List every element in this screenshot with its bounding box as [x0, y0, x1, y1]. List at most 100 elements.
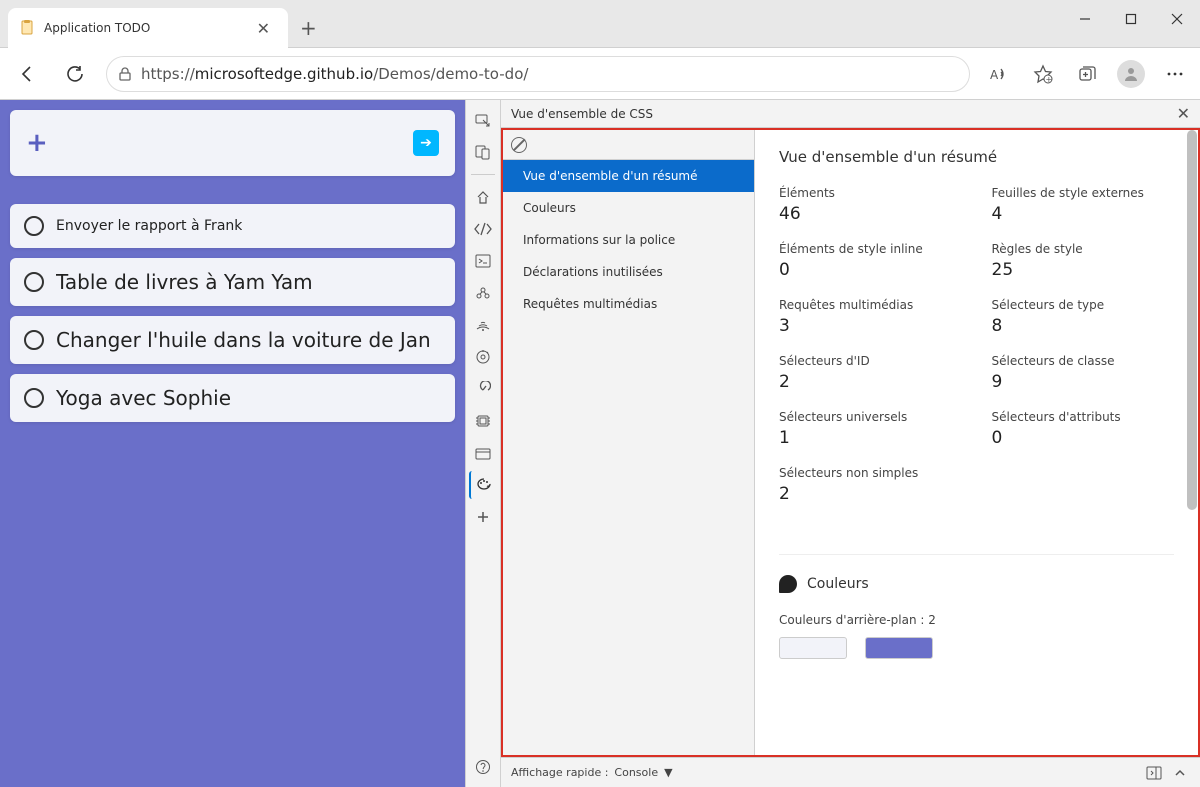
sidebar-toolbar [503, 130, 754, 160]
css-overview-nav-item[interactable]: Vue d'ensemble d'un résumé [503, 160, 754, 192]
new-todo-input[interactable]: + ➔ [10, 110, 455, 176]
stat-cell: Sélecteurs d'ID2 [779, 354, 962, 392]
back-button[interactable] [10, 57, 44, 91]
content-title: Vue d'ensemble d'un résumé [779, 148, 1174, 166]
todo-radio[interactable] [24, 216, 44, 236]
drawer-chevron-icon[interactable]: ▼ [664, 766, 672, 779]
tab-close-button[interactable]: ✕ [251, 17, 276, 40]
sources-tool[interactable] [469, 279, 497, 307]
css-overview-nav-item[interactable]: Déclarations inutilisées [503, 256, 754, 288]
application-tool[interactable] [469, 407, 497, 435]
expand-drawer-button[interactable] [1170, 763, 1190, 783]
elements-tool[interactable] [469, 215, 497, 243]
devtools-toolbar [465, 100, 501, 787]
todo-item[interactable]: Changer l'huile dans la voiture de Jan [10, 316, 455, 364]
security-tool[interactable] [469, 439, 497, 467]
drawer-label: Affichage rapide : [511, 766, 608, 779]
stat-cell: Sélecteurs universels1 [779, 410, 962, 448]
url-text: https://microsoftedge.github.io/Demos/de… [141, 65, 959, 83]
todo-item[interactable]: Envoyer le rapport à Frank [10, 204, 455, 248]
stat-cell: Sélecteurs d'attributs 0 [992, 410, 1175, 448]
css-overview-nav-item[interactable]: Couleurs [503, 192, 754, 224]
stat-label: Sélecteurs d'attributs [992, 410, 1175, 424]
scrollbar-thumb[interactable] [1187, 130, 1197, 510]
stat-cell: Sélecteurs de type8 [992, 298, 1175, 336]
stat-value: 9 [992, 372, 1175, 392]
todo-text: Changer l'huile dans la voiture de Jan [56, 328, 431, 352]
stat-value: 2 [779, 372, 962, 392]
stat-label: Sélecteurs de classe [992, 354, 1175, 368]
css-overview-sidebar: Vue d'ensemble d'un résuméCouleursInform… [503, 130, 755, 755]
css-overview-nav-item[interactable]: Informations sur la police [503, 224, 754, 256]
read-aloud-button[interactable]: A [984, 59, 1014, 89]
todo-item[interactable]: Table de livres à Yam Yam [10, 258, 455, 306]
collections-button[interactable] [1072, 59, 1102, 89]
minimize-button[interactable] [1062, 0, 1108, 38]
favorites-button[interactable]: + [1028, 59, 1058, 89]
lock-icon [117, 66, 133, 82]
todo-item[interactable]: Yoga avec Sophie [10, 374, 455, 422]
address-bar: https://microsoftedge.github.io/Demos/de… [0, 48, 1200, 100]
profile-button[interactable] [1116, 59, 1146, 89]
stat-cell: Éléments 46 [779, 186, 962, 224]
device-tool[interactable] [469, 138, 497, 166]
new-tab-button[interactable]: + [288, 8, 329, 48]
maximize-button[interactable] [1108, 0, 1154, 38]
drawer-tab[interactable]: Console [614, 766, 658, 779]
color-swatch[interactable] [779, 637, 847, 659]
more-button[interactable] [1160, 59, 1190, 89]
css-overview-content: Vue d'ensemble d'un résumé Éléments 46 Feu… [755, 130, 1198, 755]
more-tools-button[interactable] [469, 503, 497, 531]
stat-label: Éléments de style inline [779, 242, 962, 256]
devtools-panel: Vue d'ensemble de CSS ✕ Vue d'ensemble d… [501, 100, 1200, 787]
css-overview-tool[interactable] [469, 471, 497, 499]
svg-text:+: + [1046, 75, 1053, 84]
color-swatch[interactable] [865, 637, 933, 659]
css-overview-nav-item[interactable]: Requêtes multimédias [503, 288, 754, 320]
stat-cell: Sélecteurs non simples2 [779, 466, 962, 504]
devtools-drawer: Affichage rapide : Console ▼ [501, 757, 1200, 787]
console-tool[interactable] [469, 247, 497, 275]
dock-side-button[interactable] [1144, 763, 1164, 783]
submit-todo-button[interactable]: ➔ [413, 130, 439, 156]
todo-radio[interactable] [24, 388, 44, 408]
stat-value: 2 [779, 484, 962, 504]
inspect-tool[interactable] [469, 106, 497, 134]
todo-text: Table de livres à Yam Yam [56, 270, 313, 294]
stat-value: 8 [992, 316, 1175, 336]
todo-text: Envoyer le rapport à Frank [56, 218, 242, 234]
close-window-button[interactable] [1154, 0, 1200, 38]
stat-label: Règles de style [992, 242, 1175, 256]
colors-bg-label: Couleurs d'arrière-plan : 2 [779, 613, 1174, 627]
stat-label: Éléments [779, 186, 962, 200]
todo-radio[interactable] [24, 330, 44, 350]
clear-icon[interactable] [511, 137, 527, 153]
panel-title: Vue d'ensemble de CSS [511, 107, 1177, 121]
tab-favicon [20, 20, 36, 36]
url-input[interactable]: https://microsoftedge.github.io/Demos/de… [106, 56, 970, 92]
stat-value: 4 [992, 204, 1175, 224]
close-panel-button[interactable]: ✕ [1177, 104, 1190, 123]
memory-tool[interactable] [469, 375, 497, 403]
todo-radio[interactable] [24, 272, 44, 292]
stat-cell: Éléments de style inline 0 [779, 242, 962, 280]
stat-label: Requêtes multimédias [779, 298, 962, 312]
help-button[interactable] [469, 753, 497, 781]
stat-value: 46 [779, 204, 962, 224]
todo-app-page: + ➔ Envoyer le rapport à Frank Table de l… [0, 100, 465, 787]
refresh-button[interactable] [58, 57, 92, 91]
stat-value: 0 [779, 260, 962, 280]
devtools-panel-header: Vue d'ensemble de CSS ✕ [501, 100, 1200, 128]
stat-value: 0 [992, 428, 1175, 448]
stat-value: 25 [992, 260, 1175, 280]
css-overview-body: Vue d'ensemble d'un résuméCouleursInform… [501, 128, 1200, 757]
network-tool[interactable] [469, 311, 497, 339]
tab-title: Application TODO [44, 21, 243, 35]
colors-section-title: Couleurs [807, 576, 869, 592]
stat-label: Sélecteurs universels [779, 410, 962, 424]
stat-cell: Sélecteurs de classe 9 [992, 354, 1175, 392]
browser-tab[interactable]: Application TODO ✕ [8, 8, 288, 48]
welcome-tool[interactable] [469, 183, 497, 211]
stat-label: Feuilles de style externes [992, 186, 1175, 200]
performance-tool[interactable] [469, 343, 497, 371]
